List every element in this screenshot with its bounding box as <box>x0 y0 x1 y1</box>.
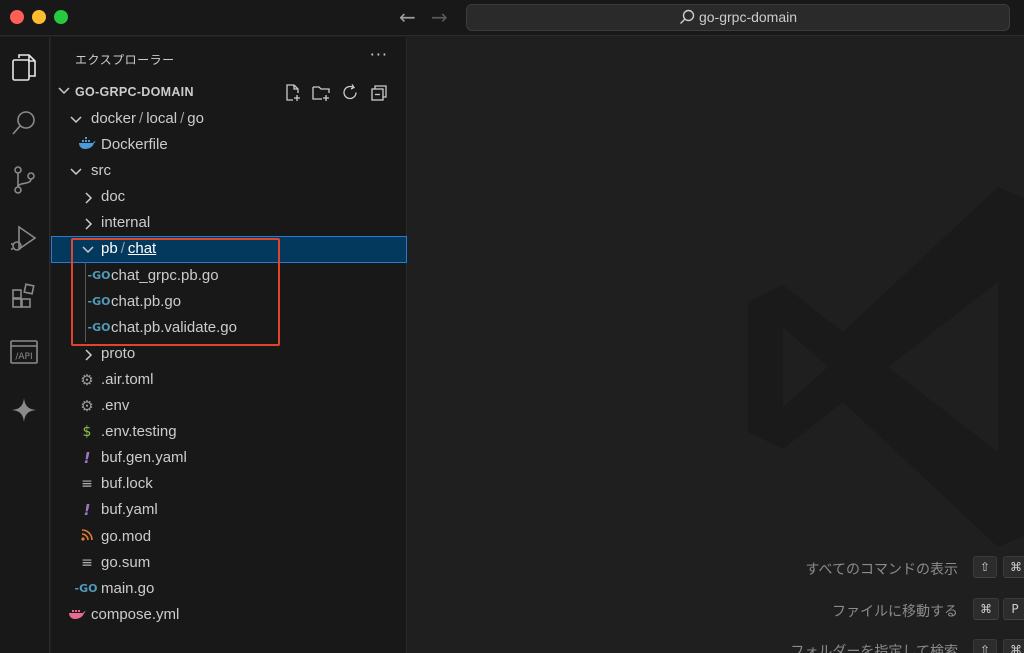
chevron-down-icon <box>69 112 83 126</box>
run-debug-icon <box>11 225 37 251</box>
tree-item-docker-folder[interactable]: docker / local / go <box>51 106 407 132</box>
copilot-button[interactable] <box>8 394 40 426</box>
dollar-icon: $ <box>82 424 92 441</box>
tree-item-go-mod[interactable]: go.mod <box>51 524 407 550</box>
chevron-down-icon <box>57 83 71 102</box>
tree-item-src-folder[interactable]: src <box>51 158 407 184</box>
tree-item-compose-yml[interactable]: compose.yml <box>51 602 407 628</box>
sparkle-icon <box>12 398 36 422</box>
docker-compose-icon <box>67 606 87 624</box>
annotation-highlight-box <box>71 238 280 346</box>
tree-item-env[interactable]: ⚙ .env <box>51 393 407 419</box>
tree-item-buf-gen-yaml[interactable]: ! buf.gen.yaml <box>51 445 407 471</box>
kbd-shift: ⇧ <box>973 639 998 653</box>
chevron-right-icon <box>81 190 95 204</box>
kbd-cmd: ⌘ <box>1003 639 1024 653</box>
tree-item-label: .air.toml <box>101 370 154 388</box>
kbd-p: P <box>1003 598 1024 620</box>
file-tree: docker / local / go Dockerfile src doc inter… <box>51 106 407 628</box>
tree-item-main-go[interactable]: -GO main.go <box>51 576 407 602</box>
back-arrow-icon[interactable]: ← <box>399 6 416 28</box>
tree-item-label: doc <box>101 188 126 206</box>
gear-icon: ⚙ <box>80 397 94 416</box>
tree-item-label: buf.gen.yaml <box>101 449 187 467</box>
api-icon: /API <box>10 340 38 364</box>
yaml-icon: ! <box>83 501 91 520</box>
tree-item-dockerfile[interactable]: Dockerfile <box>51 132 407 158</box>
go-file-icon: -GO <box>74 581 98 595</box>
tree-item-doc-folder[interactable]: doc <box>51 184 407 210</box>
collapse-all-icon[interactable] <box>370 83 389 102</box>
docker-icon <box>77 136 97 154</box>
editor-area: すべてのコマンドの表示 ⇧ ⌘ ファイルに移動する ⌘ P フォルダーを指定して… <box>408 37 1024 653</box>
tree-item-internal-folder[interactable]: internal <box>51 210 407 236</box>
extensions-icon <box>12 283 35 308</box>
tree-item-label: proto <box>101 344 136 362</box>
project-title: GO-GRPC-DOMAIN <box>75 85 194 99</box>
tree-item-air-toml[interactable]: ⚙ .air.toml <box>51 367 407 393</box>
forward-arrow-icon[interactable]: → <box>431 6 448 28</box>
kbd-cmd: ⌘ <box>973 598 999 620</box>
close-window-button[interactable] <box>10 10 24 24</box>
command-center-search[interactable]: go-grpc-domain <box>466 4 1010 31</box>
tree-item-buf-yaml[interactable]: ! buf.yaml <box>51 497 407 523</box>
tree-item-label: .env.testing <box>101 423 177 441</box>
tree-item-label: .env <box>101 397 130 415</box>
magnifier-icon <box>12 111 35 135</box>
tree-item-go-sum[interactable]: ≡ go.sum <box>51 550 407 576</box>
tree-item-label: internal <box>101 214 151 232</box>
search-icon <box>679 9 695 24</box>
more-actions-icon[interactable]: ··· <box>370 45 388 64</box>
activity-bar: /API <box>0 37 50 653</box>
yaml-icon: ! <box>83 449 91 468</box>
tree-item-label: go.sum <box>101 553 151 571</box>
chevron-right-icon <box>81 347 95 361</box>
project-header[interactable]: GO-GRPC-DOMAIN <box>51 79 407 105</box>
lines-icon: ≡ <box>81 476 93 493</box>
lines-icon: ≡ <box>81 554 93 571</box>
hint-find-in-folder: フォルダーを指定して検索 <box>790 643 958 653</box>
tree-item-env-testing[interactable]: $ .env.testing <box>51 419 407 445</box>
files-icon <box>12 54 36 81</box>
vscode-logo-watermark-icon <box>748 187 1024 547</box>
chevron-right-icon <box>81 216 95 230</box>
tree-item-label: src <box>91 162 111 180</box>
tree-item-buf-lock[interactable]: ≡ buf.lock <box>51 471 407 497</box>
tree-item-label: buf.yaml <box>101 501 158 519</box>
explorer-button[interactable] <box>8 51 40 83</box>
new-file-icon[interactable] <box>283 83 302 102</box>
tree-item-label: buf.lock <box>101 475 153 493</box>
gear-icon: ⚙ <box>80 370 94 389</box>
tree-item-label: compose.yml <box>91 605 180 623</box>
tree-item-label: docker / local / go <box>91 110 204 127</box>
rss-icon <box>77 528 97 546</box>
tree-item-label: go.mod <box>101 527 152 545</box>
chevron-down-icon <box>69 164 83 178</box>
new-folder-icon[interactable] <box>312 83 331 102</box>
hint-go-to-file: ファイルに移動する <box>832 603 958 619</box>
title-bar: ← → go-grpc-domain <box>0 0 1024 36</box>
extensions-button[interactable] <box>8 280 40 312</box>
kbd-shift: ⇧ <box>973 556 998 578</box>
kbd-cmd: ⌘ <box>1003 556 1024 578</box>
refresh-icon[interactable] <box>341 83 360 102</box>
source-control-button[interactable] <box>8 164 40 196</box>
run-debug-button[interactable] <box>8 223 40 255</box>
svg-text:/API: /API <box>15 352 32 362</box>
explorer-title: エクスプローラー <box>75 53 175 67</box>
tree-item-label: Dockerfile <box>101 136 168 154</box>
zoom-window-button[interactable] <box>54 10 68 24</box>
api-client-button[interactable]: /API <box>8 336 40 368</box>
search-text: go-grpc-domain <box>698 9 798 25</box>
source-control-icon <box>14 166 35 194</box>
minimize-window-button[interactable] <box>32 10 46 24</box>
search-view-button[interactable] <box>8 107 40 139</box>
tree-item-label: main.go <box>101 579 155 597</box>
hint-show-all-commands: すべてのコマンドの表示 <box>805 561 958 577</box>
